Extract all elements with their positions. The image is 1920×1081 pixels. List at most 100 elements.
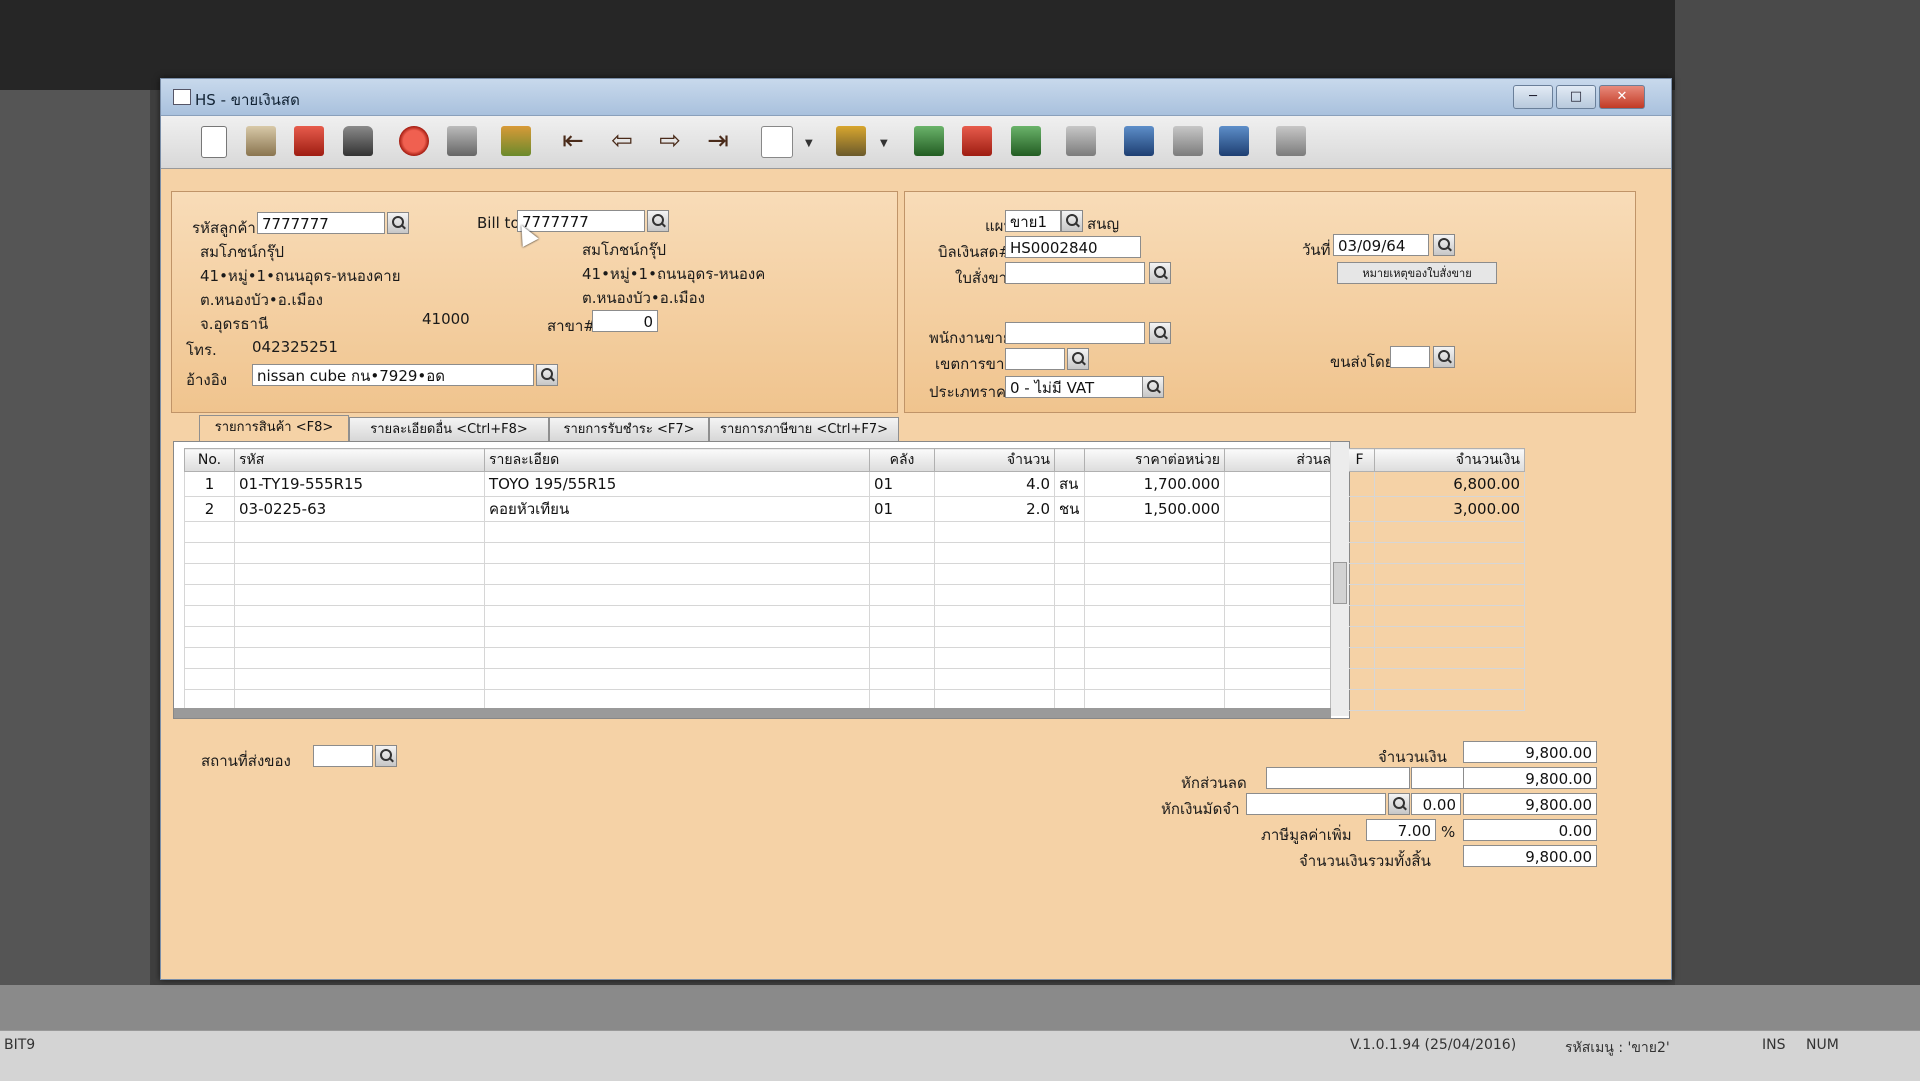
- calc-icon[interactable]: [914, 126, 944, 156]
- tab-sales-tax[interactable]: รายการภาษีขาย <Ctrl+F7>: [709, 417, 899, 441]
- date-input[interactable]: 03/09/64: [1333, 234, 1429, 256]
- billto-address-line2: ต.หนองบัว•อ.เมือง: [582, 289, 705, 307]
- cancel-icon[interactable]: [399, 126, 429, 156]
- amount-value: 9,800.00: [1463, 741, 1597, 763]
- sales-order-input[interactable]: [1005, 262, 1145, 284]
- reference-input[interactable]: nissan cube กน•7929•อด: [252, 364, 534, 386]
- delivery-place-lookup-icon[interactable]: [375, 745, 397, 767]
- print-dropdown-icon[interactable]: ▼: [880, 138, 888, 149]
- row-warehouse: 01: [869, 496, 935, 522]
- empty-row[interactable]: [184, 521, 1525, 543]
- first-record-icon[interactable]: ⇤: [558, 126, 588, 156]
- close-button[interactable]: ✕: [1599, 85, 1645, 109]
- empty-row[interactable]: [184, 647, 1525, 669]
- sales-order-note-button[interactable]: หมายเหตุของใบสั่งขาย: [1337, 262, 1497, 284]
- table-row[interactable]: 1 01-TY19-555R15 TOYO 195/55R15 01 4.0 ส…: [184, 471, 1525, 497]
- edit-icon[interactable]: [246, 126, 276, 156]
- table-row[interactable]: 2 03-0225-63 คอยหัวเทียน 01 2.0 ชน 1,500…: [184, 496, 1525, 522]
- horizontal-scrollbar[interactable]: [174, 708, 1331, 718]
- approve-icon[interactable]: [1124, 126, 1154, 156]
- col-amount[interactable]: จำนวนเงิน: [1374, 448, 1525, 472]
- table-icon[interactable]: [1066, 126, 1096, 156]
- search-dropdown-icon[interactable]: ▼: [805, 138, 813, 149]
- branch-input[interactable]: 0: [592, 310, 658, 332]
- vertical-scrollbar[interactable]: [1330, 442, 1349, 716]
- date-label: วันที่: [1302, 241, 1331, 259]
- report-icon[interactable]: [962, 126, 992, 156]
- col-discount[interactable]: ส่วนลด: [1224, 448, 1345, 472]
- delete-icon[interactable]: [343, 126, 373, 156]
- vat-percent: %: [1441, 823, 1456, 841]
- vat-rate-input[interactable]: 7.00: [1366, 819, 1436, 841]
- customer-code-input[interactable]: 7777777: [257, 212, 385, 234]
- sales-order-lookup-icon[interactable]: [1149, 262, 1171, 284]
- department-lookup-icon[interactable]: [1061, 210, 1083, 232]
- void-icon[interactable]: [294, 126, 324, 156]
- ship-by-lookup-icon[interactable]: [1433, 346, 1455, 368]
- col-code[interactable]: รหัส: [234, 448, 485, 472]
- new-doc-icon[interactable]: [201, 126, 227, 158]
- tab-items[interactable]: รายการสินค้า <F8>: [199, 415, 349, 441]
- col-unit-price[interactable]: ราคาต่อหน่วย: [1084, 448, 1225, 472]
- department-input[interactable]: ขาย1: [1005, 210, 1061, 232]
- empty-row[interactable]: [184, 563, 1525, 585]
- discount-input[interactable]: [1266, 767, 1410, 789]
- app-icon: [173, 89, 191, 105]
- next-record-icon[interactable]: ⇨: [655, 126, 685, 156]
- last-record-icon[interactable]: ⇥: [703, 126, 733, 156]
- col-warehouse[interactable]: คลัง: [869, 448, 935, 472]
- row-amount: 3,000.00: [1374, 496, 1525, 522]
- col-f[interactable]: F: [1344, 448, 1375, 472]
- ship-by-input[interactable]: [1390, 346, 1430, 368]
- empty-row[interactable]: [184, 584, 1525, 606]
- ok-icon[interactable]: [1219, 126, 1249, 156]
- tools-icon[interactable]: [1173, 126, 1203, 156]
- price-type-select[interactable]: 0 - ไม่มี VAT: [1005, 376, 1161, 398]
- cash-bill-input[interactable]: HS0002840: [1005, 236, 1141, 258]
- row-code: 03-0225-63: [234, 496, 485, 522]
- col-unit[interactable]: [1054, 448, 1085, 472]
- deposit-value: 0.00: [1411, 793, 1461, 815]
- customer-lookup-icon[interactable]: [387, 212, 409, 234]
- title-bar[interactable]: HS - ขายเงินสด ─ □ ✕: [161, 79, 1671, 116]
- col-description[interactable]: รายละเอียด: [484, 448, 870, 472]
- empty-row[interactable]: [184, 626, 1525, 648]
- sales-area-input[interactable]: [1005, 348, 1065, 370]
- deposit-lookup-icon[interactable]: [1388, 793, 1410, 815]
- salesman-lookup-icon[interactable]: [1149, 322, 1171, 344]
- cash-sale-window: HS - ขายเงินสด ─ □ ✕ ⇤ ⇦ ⇨ ⇥ ▼ ▼ รหัสลูก…: [160, 78, 1672, 980]
- billto-code-input[interactable]: 7777777: [517, 210, 645, 232]
- amount-label: จำนวนเงิน: [1378, 748, 1447, 766]
- empty-row[interactable]: [184, 605, 1525, 627]
- search-icon[interactable]: [761, 126, 793, 158]
- minimize-button[interactable]: ─: [1513, 85, 1553, 109]
- salesman-label: พนักงานขาย: [929, 329, 1012, 347]
- reference-lookup-icon[interactable]: [536, 364, 558, 386]
- tab-payments[interactable]: รายการรับชำระ <F7>: [549, 417, 709, 441]
- delivery-place-input[interactable]: [313, 745, 373, 767]
- cash-icon[interactable]: [1011, 126, 1041, 156]
- chevron-down-icon[interactable]: [1142, 376, 1164, 398]
- tab-other-details[interactable]: รายละเอียดอื่น <Ctrl+F8>: [349, 417, 549, 441]
- vat-value: 0.00: [1463, 819, 1597, 841]
- billto-lookup-icon[interactable]: [647, 210, 669, 232]
- print-icon[interactable]: [836, 126, 866, 156]
- network-icon[interactable]: [1276, 126, 1306, 156]
- salesman-input[interactable]: [1005, 322, 1145, 344]
- row-unit-price: 1,500.000: [1084, 496, 1225, 522]
- deposit-input[interactable]: [1246, 793, 1386, 815]
- empty-row[interactable]: [184, 542, 1525, 564]
- empty-row[interactable]: [184, 668, 1525, 690]
- grand-total-label: จำนวนเงินรวมทั้งสิ้น: [1299, 852, 1431, 870]
- previous-record-icon[interactable]: ⇦: [607, 126, 637, 156]
- sales-area-lookup-icon[interactable]: [1067, 348, 1089, 370]
- maximize-button[interactable]: □: [1556, 85, 1596, 109]
- col-quantity[interactable]: จำนวน: [934, 448, 1055, 472]
- billto-name: สมโภชน์กรุ๊ป: [582, 241, 667, 259]
- scrollbar-thumb[interactable]: [1333, 562, 1347, 604]
- books-icon[interactable]: [501, 126, 531, 156]
- date-lookup-icon[interactable]: [1433, 234, 1455, 256]
- save-icon[interactable]: [447, 126, 477, 156]
- status-menu-code: รหัสเมนู : 'ขาย2': [1565, 1040, 1670, 1056]
- col-no[interactable]: No.: [184, 448, 235, 472]
